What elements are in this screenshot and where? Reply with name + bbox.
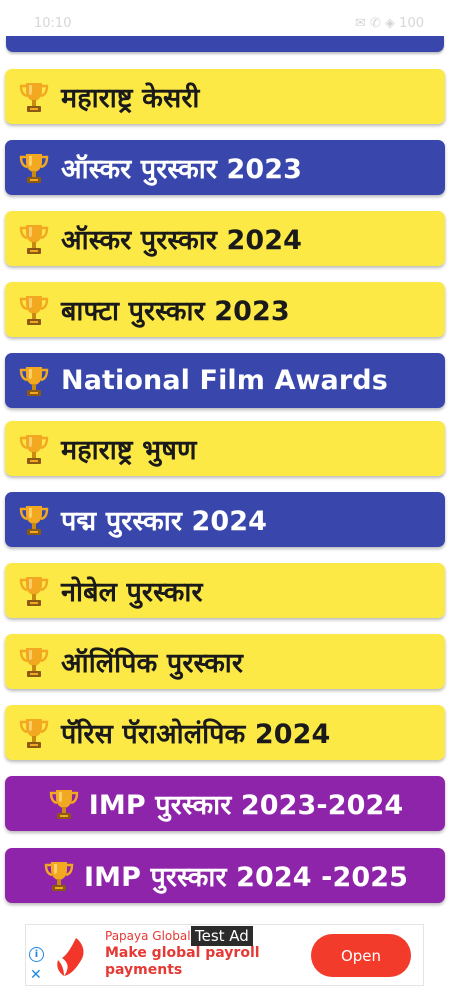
test-ad-badge: Test Ad <box>191 926 253 946</box>
trophy-icon <box>49 789 78 819</box>
item-label: ऑस्कर पुरस्कार 2024 <box>61 225 303 256</box>
papaya-logo-icon <box>57 938 84 976</box>
trophy-icon <box>19 153 49 183</box>
list-item-olympic[interactable]: ऑलिंपिक पुरस्कार <box>5 634 445 689</box>
item-label: नोबेल पुरस्कार <box>61 577 203 608</box>
list-item-nobel[interactable]: नोबेल पुरस्कार <box>5 563 445 618</box>
list-item-oscar-2024[interactable]: ऑस्कर पुरस्कार 2024 <box>5 211 445 266</box>
item-label: ऑस्कर पुरस्कार 2023 <box>61 154 303 185</box>
status-time: 10:10 <box>34 16 72 31</box>
list-item-national-film-awards[interactable]: National Film Awards <box>5 353 445 408</box>
ad-brand: Papaya Global <box>105 929 191 943</box>
trophy-icon <box>44 861 74 891</box>
list-item-bafta-2023[interactable]: बाफ्टा पुरस्कार 2023 <box>5 282 445 337</box>
trophy-icon <box>19 295 49 325</box>
item-label: महाराष्ट्र केसरी <box>61 83 200 114</box>
list-item-paris-paralympic-2024[interactable]: पॅरिस पॅराओलंपिक 2024 <box>5 705 445 760</box>
list-item-imp-2024-2025[interactable]: IMP पुरस्कार 2024 -2025 <box>5 848 445 903</box>
ad-open-button[interactable]: Open <box>311 934 411 977</box>
list-item-partial[interactable] <box>6 36 444 52</box>
trophy-icon <box>19 366 49 396</box>
item-label: National Film Awards <box>61 365 388 396</box>
item-label: IMP पुरस्कार 2023-2024 <box>88 790 404 821</box>
list-item-padma-2024[interactable]: पद्म पुरस्कार 2024 <box>5 492 445 547</box>
close-icon[interactable]: ✕ <box>30 967 42 983</box>
item-label: ऑलिंपिक पुरस्कार <box>61 648 244 679</box>
trophy-icon <box>19 718 49 748</box>
item-label: पॅरिस पॅराओलंपिक 2024 <box>61 719 331 750</box>
list-item-oscar-2023[interactable]: ऑस्कर पुरस्कार 2023 <box>5 140 445 195</box>
trophy-icon <box>19 647 49 677</box>
trophy-icon <box>19 576 49 606</box>
list-item-maharashtra-kesari[interactable]: महाराष्ट्र केसरी <box>5 69 445 124</box>
status-indicators: ✉ ✆ ◈ 100 <box>355 16 424 31</box>
info-icon[interactable]: i <box>29 947 44 962</box>
list-item-imp-2023-2024[interactable]: IMP पुरस्कार 2023-2024 <box>5 776 445 831</box>
trophy-icon <box>19 505 49 535</box>
item-label: बाफ्टा पुरस्कार 2023 <box>61 296 290 327</box>
item-label: महाराष्ट्र भुषण <box>61 435 197 466</box>
ad-headline: Make global payroll payments <box>105 945 260 978</box>
trophy-icon <box>19 82 49 112</box>
trophy-icon <box>19 224 49 254</box>
list-item-maharashtra-bhushan[interactable]: महाराष्ट्र भुषण <box>5 421 445 476</box>
trophy-icon <box>19 434 49 464</box>
ad-banner[interactable]: i ✕ Papaya Global Make global payroll pa… <box>25 924 424 986</box>
item-label: पद्म पुरस्कार 2024 <box>61 506 268 537</box>
item-label: IMP पुरस्कार 2024 -2025 <box>83 862 409 893</box>
